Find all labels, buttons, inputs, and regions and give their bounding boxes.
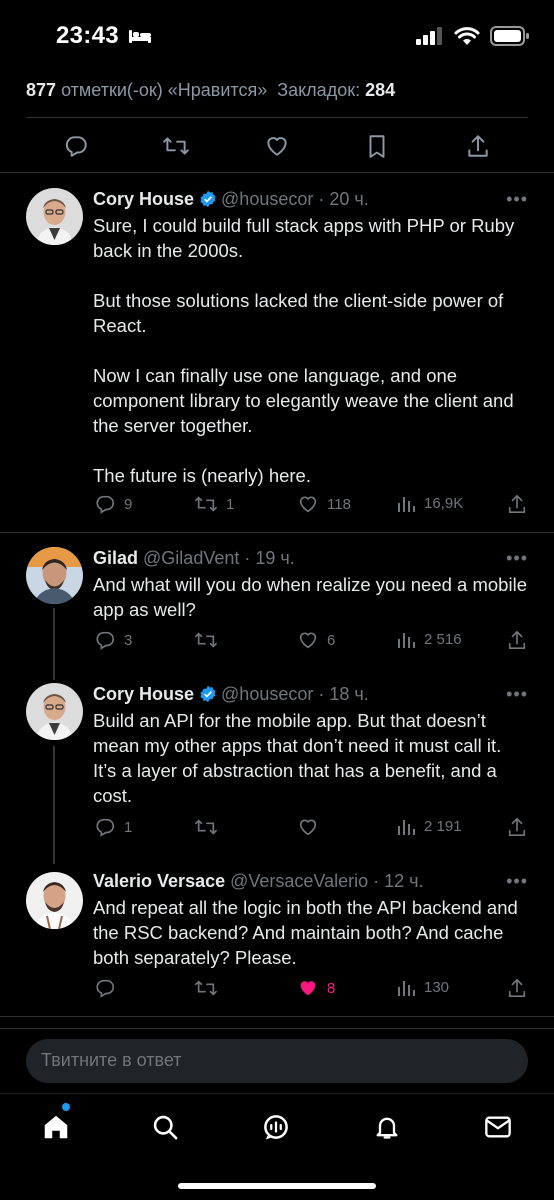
- sleep-focus-icon: [128, 28, 152, 49]
- tweet-metrics: 9 1 118 16,9K: [93, 493, 533, 517]
- thread-line: [53, 746, 55, 864]
- bookmark-icon[interactable]: [363, 132, 391, 160]
- mail-icon[interactable]: [483, 1112, 513, 1142]
- likes-label[interactable]: отметки(-ок) «Нравится»: [61, 80, 267, 100]
- author-name[interactable]: Cory House: [93, 189, 194, 209]
- more-options-icon[interactable]: •••: [506, 868, 528, 894]
- reply-button[interactable]: 3: [93, 629, 132, 651]
- tweet-time: 19 ч.: [255, 548, 295, 568]
- share-icon[interactable]: [464, 132, 492, 160]
- author-handle[interactable]: @VersaceValerio: [230, 871, 368, 891]
- divider: [26, 117, 528, 118]
- bookmarks-label: Закладок:: [277, 80, 361, 100]
- reply-placeholder: Твитните в ответ: [41, 1050, 182, 1070]
- like-button[interactable]: 8: [296, 977, 335, 999]
- tweet-header: Gilad @GiladVent · 19 ч. •••: [93, 545, 528, 571]
- like-button[interactable]: 6: [296, 629, 335, 651]
- verified-badge-icon: [199, 189, 217, 215]
- author-name[interactable]: Gilad: [93, 548, 138, 568]
- avatar[interactable]: [26, 683, 83, 740]
- home-icon[interactable]: [41, 1112, 71, 1142]
- tweet-header: Valerio Versace @VersaceValerio · 12 ч. …: [93, 868, 528, 894]
- tweet-text: Build an API for the mobile app. But tha…: [93, 710, 502, 806]
- author-handle[interactable]: @housecor: [221, 684, 313, 704]
- divider: [0, 172, 554, 173]
- search-icon[interactable]: [150, 1112, 180, 1142]
- retweet-icon[interactable]: [162, 132, 190, 160]
- divider: [0, 1016, 554, 1017]
- tweet-metrics: 8 130: [93, 977, 533, 1001]
- new-content-indicator: [62, 1103, 70, 1111]
- reply-input[interactable]: Твитните в ответ: [26, 1039, 528, 1083]
- avatar[interactable]: [26, 188, 83, 245]
- reply-icon[interactable]: [62, 132, 90, 160]
- views-count: 2 191: [424, 817, 462, 835]
- more-options-icon[interactable]: •••: [506, 545, 528, 571]
- tweet-text: And what will you do when realize you ne…: [93, 574, 527, 620]
- reply-button[interactable]: 1: [93, 816, 132, 838]
- tweet-time: 18 ч.: [329, 684, 369, 704]
- tweet-time: 12 ч.: [384, 871, 424, 891]
- tweet-header: Cory House @housecor · 18 ч. •••: [93, 681, 528, 707]
- retweet-button[interactable]: 1: [193, 493, 234, 515]
- main-tweet-actions: [0, 120, 554, 172]
- avatar[interactable]: [26, 547, 83, 604]
- status-time: 23:43: [56, 22, 119, 49]
- like-count: 8: [327, 979, 336, 997]
- share-icon[interactable]: [507, 629, 527, 651]
- like-button[interactable]: [296, 816, 327, 838]
- author-name[interactable]: Valerio Versace: [93, 871, 225, 891]
- bookmarks-count: 284: [365, 80, 396, 100]
- views-button[interactable]: 2 516: [397, 629, 462, 649]
- avatar[interactable]: [26, 872, 83, 929]
- home-indicator[interactable]: [178, 1183, 376, 1189]
- heart-icon[interactable]: [263, 132, 291, 160]
- reply-count: 1: [124, 818, 133, 836]
- reply-count: 3: [124, 631, 133, 649]
- author-name[interactable]: Cory House: [93, 684, 194, 704]
- divider: [0, 1028, 554, 1029]
- more-options-icon[interactable]: •••: [506, 681, 528, 707]
- views-count: 130: [424, 978, 450, 996]
- views-button[interactable]: 16,9K: [397, 493, 463, 513]
- tweet-header: Cory House @housecor · 20 ч. •••: [93, 186, 528, 212]
- thread-line: [53, 608, 55, 680]
- divider: [0, 532, 554, 533]
- reply-button[interactable]: [93, 977, 124, 999]
- tweet-stats: 877 отметки(-ок) «Нравится» Закладок: 28…: [26, 80, 395, 101]
- views-button[interactable]: 2 191: [397, 816, 462, 836]
- bell-icon[interactable]: [372, 1112, 402, 1142]
- spaces-icon[interactable]: [261, 1112, 291, 1142]
- like-button[interactable]: 118: [296, 493, 351, 515]
- more-options-icon[interactable]: •••: [506, 186, 528, 212]
- views-count: 2 516: [424, 630, 462, 648]
- likes-count[interactable]: 877: [26, 80, 56, 100]
- retweet-button[interactable]: [193, 977, 226, 999]
- tweet-metrics: 1 2 191: [93, 816, 533, 840]
- wifi-icon: [454, 26, 480, 51]
- share-icon[interactable]: [507, 493, 527, 515]
- tweet-text: And repeat all the logic in both the API…: [93, 897, 518, 968]
- tweet-time: 20 ч.: [329, 189, 369, 209]
- share-icon[interactable]: [507, 816, 527, 838]
- cellular-signal-icon: [416, 27, 444, 50]
- reply-button[interactable]: 9: [93, 493, 132, 515]
- author-handle[interactable]: @GiladVent: [143, 548, 239, 568]
- verified-badge-icon: [199, 684, 217, 710]
- share-icon[interactable]: [507, 977, 527, 999]
- status-bar: 23:43: [0, 0, 554, 70]
- views-button[interactable]: 130: [397, 977, 449, 997]
- retweet-count: 1: [226, 495, 235, 513]
- battery-icon: [490, 26, 530, 51]
- retweet-button[interactable]: [193, 629, 226, 651]
- like-count: 118: [327, 495, 351, 513]
- tweet-text: Sure, I could build full stack apps with…: [93, 215, 515, 486]
- tweet-metrics: 3 6 2 516: [93, 629, 533, 653]
- author-handle[interactable]: @housecor: [221, 189, 313, 209]
- retweet-button[interactable]: [193, 816, 226, 838]
- like-count: 6: [327, 631, 336, 649]
- reply-count: 9: [124, 495, 133, 513]
- views-count: 16,9K: [424, 494, 464, 512]
